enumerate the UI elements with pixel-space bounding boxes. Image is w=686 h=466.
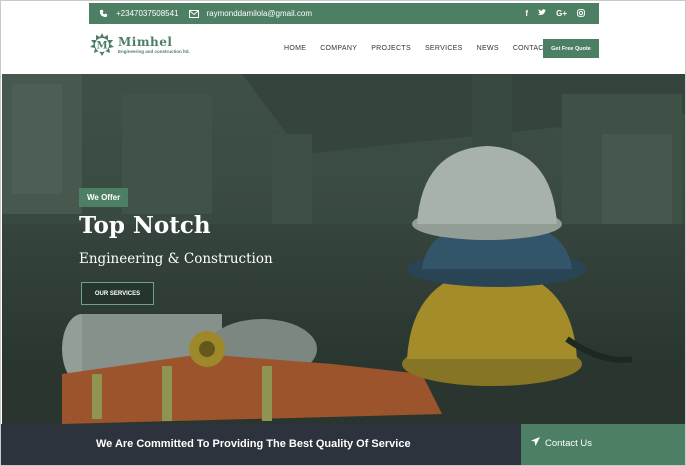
contact-us-label: Contact Us: [545, 437, 592, 449]
we-offer-badge: We Offer: [79, 188, 129, 207]
logo-name: Mimhel: [118, 34, 173, 49]
phone-item[interactable]: +2347037508541: [99, 9, 179, 18]
page-frame: +2347037508541 raymonddamilola@gmail.com…: [0, 0, 686, 466]
hero-banner: We Offer Top Notch Engineering & Constru…: [2, 74, 685, 424]
our-services-button[interactable]: OUR SERVICES: [81, 282, 154, 305]
hero-title: Top Notch: [79, 212, 211, 239]
nav-company[interactable]: COMPANY: [320, 45, 357, 52]
nav-services[interactable]: SERVICES: [425, 45, 463, 52]
instagram-icon[interactable]: [577, 8, 585, 19]
svg-text:M: M: [96, 41, 107, 52]
logo-emblem-icon: M: [89, 32, 115, 58]
email-address: raymonddamilola@gmail.com: [206, 9, 313, 18]
commitment-message: We Are Committed To Providing The Best Q…: [96, 438, 411, 450]
contact-us-button[interactable]: Contact Us: [521, 424, 685, 465]
site-header: M Mimhel Engineering and construction lt…: [1, 24, 685, 74]
paper-plane-icon: [531, 437, 540, 449]
commitment-bar: We Are Committed To Providing The Best Q…: [1, 424, 685, 465]
nav-projects[interactable]: PROJECTS: [371, 45, 411, 52]
email-item[interactable]: raymonddamilola@gmail.com: [188, 9, 313, 18]
facebook-icon[interactable]: f: [525, 9, 528, 19]
google-plus-icon[interactable]: G+: [556, 9, 567, 19]
twitter-icon[interactable]: [538, 8, 547, 19]
site-logo[interactable]: M Mimhel Engineering and construction lt…: [89, 32, 190, 58]
get-free-quote-button[interactable]: Get Free Quote: [543, 39, 599, 58]
envelope-icon: [188, 9, 199, 18]
social-links: f G+: [525, 9, 585, 19]
nav-home[interactable]: HOME: [284, 45, 306, 52]
phone-icon: [99, 9, 108, 18]
logo-text: Mimhel Engineering and construction ltd.: [118, 34, 190, 55]
phone-number: +2347037508541: [116, 9, 179, 18]
top-contact-bar: +2347037508541 raymonddamilola@gmail.com…: [89, 3, 599, 24]
nav-news[interactable]: NEWS: [477, 45, 499, 52]
hero-subtitle: Engineering & Construction: [79, 251, 273, 267]
logo-tagline: Engineering and construction ltd.: [118, 48, 190, 54]
hero-overlay: [2, 74, 685, 424]
main-nav: HOME COMPANY PROJECTS SERVICES NEWS CONT…: [284, 45, 562, 52]
